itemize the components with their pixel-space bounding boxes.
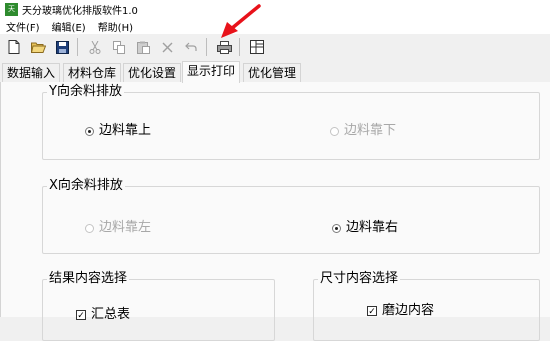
menu-help[interactable]: 帮助(H) [92, 19, 139, 34]
tab-optimization-management[interactable]: 优化管理 [243, 63, 302, 82]
annotation-arrow-icon [221, 4, 261, 38]
radio-edge-top[interactable]: 边料靠上 [85, 123, 151, 139]
copy-button[interactable] [109, 37, 129, 57]
open-button[interactable] [28, 37, 48, 57]
annotation-arrow-shaft [229, 4, 261, 31]
window-title: 天分玻璃优化排版软件1.0 [22, 5, 138, 17]
checkbox-summary-label: 汇总表 [91, 307, 131, 322]
paste-icon [136, 41, 150, 54]
x-residue-group-title: X向余料排放 [47, 178, 125, 194]
print-icon [216, 40, 232, 54]
menu-bar: 文件(F) 编辑(E) 帮助(H) [0, 18, 550, 34]
toolbar-separator [77, 38, 78, 56]
y-residue-group-title: Y向余料排放 [47, 84, 124, 100]
delete-button[interactable] [157, 37, 177, 57]
layout-icon [250, 40, 264, 54]
checkbox-summary[interactable]: ✓ 汇总表 [76, 307, 130, 323]
tab-display-print[interactable]: 显示打印 [182, 61, 241, 83]
cut-button[interactable] [85, 37, 105, 57]
paste-button[interactable] [133, 37, 153, 57]
delete-icon [162, 42, 172, 52]
radio-edge-top-label: 边料靠上 [99, 123, 152, 138]
menu-edit[interactable]: 编辑(E) [46, 19, 92, 34]
result-content-group: 结果内容选择 ✓ 汇总表 [42, 271, 275, 341]
radio-edge-right[interactable]: 边料靠右 [332, 220, 398, 236]
save-icon [55, 40, 69, 54]
tab-optimization-settings[interactable]: 优化设置 [123, 63, 182, 82]
undo-button[interactable] [181, 37, 201, 57]
app-icon: 天分 [5, 2, 18, 26]
size-content-group-title: 尺寸内容选择 [318, 271, 401, 287]
copy-icon [112, 40, 125, 54]
radio-unchecked-icon [85, 223, 94, 233]
open-icon [30, 42, 46, 53]
radio-checked-icon [85, 126, 94, 136]
radio-edge-right-label: 边料靠右 [346, 220, 399, 235]
menu-file[interactable]: 文件(F) [0, 19, 46, 34]
checkbox-checked-icon: ✓ [367, 306, 377, 317]
tab-data-input[interactable]: 数据输入 [2, 63, 61, 82]
toolbar-separator [206, 38, 207, 56]
radio-edge-left[interactable]: 边料靠左 [85, 220, 151, 236]
checkbox-checked-icon: ✓ [76, 310, 86, 321]
radio-edge-left-label: 边料靠左 [99, 220, 152, 235]
radio-edge-bottom-label: 边料靠下 [344, 123, 397, 138]
display-print-panel: Y向余料排放 边料靠上 边料靠下 X向余料排放 边料靠左 边料靠右 结果内容选择… [0, 82, 550, 341]
tab-bar: 数据输入 材料仓库 优化设置 显示打印 优化管理 [0, 60, 550, 83]
title-bar: 天分 天分玻璃优化排版软件1.0 [0, 0, 550, 26]
undo-icon [185, 42, 197, 51]
tab-material-warehouse[interactable]: 材料仓库 [63, 63, 122, 82]
size-content-group: 尺寸内容选择 ✓ 磨边内容 [313, 271, 540, 341]
toolbar [0, 34, 550, 61]
result-content-group-title: 结果内容选择 [47, 271, 130, 287]
new-icon [8, 40, 20, 54]
x-residue-group: X向余料排放 边料靠左 边料靠右 [42, 178, 540, 254]
cut-icon [89, 40, 101, 54]
y-residue-group: Y向余料排放 边料靠上 边料靠下 [42, 84, 540, 160]
radio-edge-bottom[interactable]: 边料靠下 [330, 123, 396, 139]
radio-unchecked-icon [330, 126, 339, 136]
new-button[interactable] [4, 37, 24, 57]
save-button[interactable] [52, 37, 72, 57]
radio-checked-icon [332, 223, 341, 233]
